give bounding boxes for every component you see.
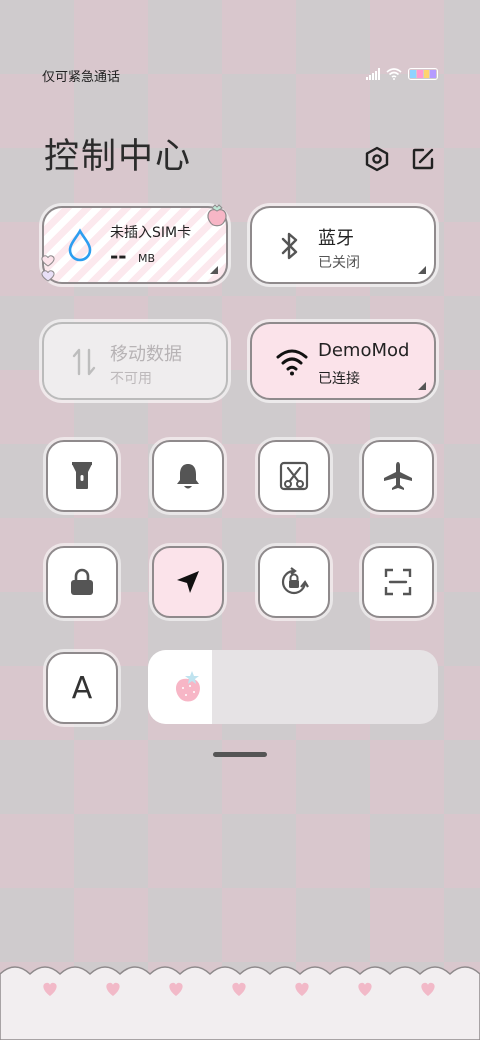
edit-icon[interactable]: [410, 146, 436, 172]
battery-icon: [408, 68, 438, 80]
bell-icon: [177, 464, 199, 489]
airplane-mode-toggle[interactable]: [362, 440, 434, 512]
bluetooth-status: 已关闭: [318, 255, 360, 271]
ringer-toggle[interactable]: [152, 440, 224, 512]
status-icons: [366, 68, 438, 80]
scan-frame-icon: [384, 568, 412, 596]
bluetooth-title: 蓝牙: [318, 228, 354, 249]
page-title: 控制中心: [44, 137, 193, 177]
card-corner-indicator: [418, 266, 426, 274]
data-usage-title: 未插入SIM卡: [110, 225, 192, 241]
card-corner-indicator: [210, 266, 218, 274]
lock-icon: [71, 568, 93, 595]
mobile-data-title: 移动数据: [110, 344, 182, 365]
rotate-lock-icon: [281, 567, 309, 595]
lock-screen-toggle[interactable]: [46, 546, 118, 618]
location-arrow-icon: [177, 571, 199, 593]
wifi-card[interactable]: DemoMod 已连接: [250, 322, 436, 400]
data-usage-value: --: [110, 244, 127, 268]
scissors-screenshot-icon: [279, 461, 309, 491]
mobile-data-card[interactable]: 移动数据 不可用: [42, 322, 228, 400]
data-usage-card[interactable]: 未插入SIM卡 -- MB: [41, 204, 228, 284]
settings-hexagon-icon[interactable]: [364, 146, 390, 172]
hearts-decoration-icon: [41, 255, 55, 282]
bluetooth-card[interactable]: 蓝牙 已关闭: [250, 206, 436, 284]
mobile-data-status: 不可用: [110, 371, 152, 387]
signal-bars-icon: [366, 68, 380, 80]
strawberry-icon: [176, 671, 200, 702]
strawberry-icon: [207, 204, 227, 227]
water-drop-icon: [68, 228, 92, 262]
drag-handle[interactable]: [213, 752, 267, 757]
font-size-toggle[interactable]: A: [46, 652, 118, 724]
wifi-status: 已连接: [318, 371, 360, 387]
brightness-slider[interactable]: [148, 650, 438, 724]
data-usage-unit: MB: [138, 252, 156, 265]
bluetooth-icon: [281, 232, 298, 260]
card-corner-indicator: [418, 382, 426, 390]
flashlight-icon: [72, 462, 92, 489]
wifi-icon: [386, 68, 402, 80]
mobile-data-arrows-icon: [72, 348, 96, 376]
flashlight-toggle[interactable]: [46, 440, 118, 512]
scanner-toggle[interactable]: [362, 546, 434, 618]
status-bar: 仅可紧急通话: [42, 66, 438, 86]
wifi-icon: [276, 349, 308, 376]
text-a-icon: A: [71, 670, 93, 706]
lace-decoration: [0, 966, 480, 1040]
location-toggle[interactable]: [152, 546, 224, 618]
wifi-network-name: DemoMod: [318, 340, 410, 361]
screenshot-toggle[interactable]: [258, 440, 330, 512]
carrier-text: 仅可紧急通话: [42, 70, 121, 85]
auto-rotate-toggle[interactable]: [258, 546, 330, 618]
airplane-icon: [384, 462, 412, 490]
